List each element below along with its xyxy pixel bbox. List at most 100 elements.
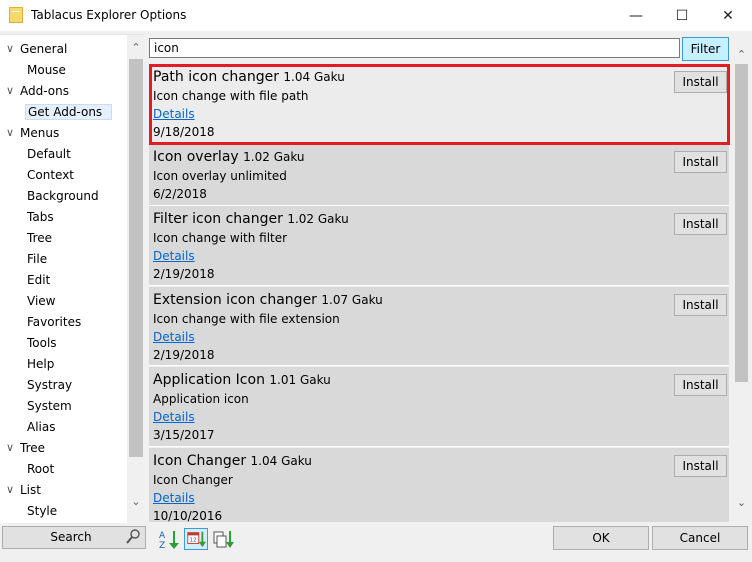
- tree-item[interactable]: ∨ Menus: [6, 123, 60, 143]
- tree-item-label: Context: [27, 168, 75, 182]
- addon-title: Filter icon changer 1.02 Gaku: [153, 211, 349, 227]
- scroll-up-icon[interactable]: ⌃: [733, 46, 750, 64]
- search-button[interactable]: Search: [2, 526, 146, 549]
- addon-entry: Application Icon 1.01 Gaku Application ic…: [149, 367, 729, 447]
- install-button[interactable]: Install: [674, 294, 727, 316]
- addon-version: 1.04 Gaku: [250, 454, 312, 468]
- options-tree: ∨ General Mouse ∨ Add-ons Get Add-ons ∨ Menus De…: [0, 34, 145, 523]
- tree-item[interactable]: ∨ Tree: [6, 438, 45, 458]
- tree-item[interactable]: Get Add-ons: [25, 102, 113, 122]
- addon-version: 1.01 Gaku: [269, 373, 331, 387]
- svg-text:12: 12: [190, 538, 197, 544]
- tree-item[interactable]: Tabs: [27, 207, 54, 227]
- tree-item-label: Edit: [27, 273, 51, 287]
- tree-item-label: Style: [27, 504, 58, 518]
- addon-name: Application Icon: [153, 372, 265, 388]
- sort-by-name-icon[interactable]: A Z: [157, 528, 181, 550]
- addon-date: 6/2/2018: [153, 187, 207, 201]
- list-scrollbar[interactable]: ⌃ ⌄: [733, 42, 750, 522]
- scroll-down-icon[interactable]: ⌄: [733, 494, 750, 512]
- addon-entry: Extension icon changer 1.07 Gaku Icon cha…: [149, 287, 729, 366]
- chevron-down-icon[interactable]: ∨: [6, 480, 14, 500]
- sort-by-date-icon[interactable]: 12: [184, 528, 208, 550]
- tree-item[interactable]: ∨ General: [6, 39, 68, 59]
- addon-details-link[interactable]: Details: [153, 330, 195, 344]
- tree-item-label: List: [20, 483, 41, 497]
- tree-item-label: General: [20, 42, 68, 56]
- tree-item[interactable]: Style: [27, 501, 57, 521]
- window-title: Tablacus Explorer Options: [31, 8, 187, 22]
- tree-item-label: Root: [27, 462, 55, 476]
- tree-item-label: Tools: [27, 336, 57, 350]
- tree-item[interactable]: ∨ Add-ons: [6, 81, 69, 101]
- tree-item-label: Tree: [27, 231, 53, 245]
- svg-text:Z: Z: [159, 541, 165, 550]
- tree-item[interactable]: Mouse: [27, 60, 66, 80]
- addon-name: Filter icon changer: [153, 211, 283, 227]
- ok-button[interactable]: OK: [553, 526, 649, 550]
- chevron-down-icon[interactable]: ∨: [6, 81, 14, 101]
- addon-description: Icon overlay unlimited: [153, 169, 287, 183]
- tree-item-label: System: [27, 399, 72, 413]
- tree-item-label: Add-ons: [20, 84, 69, 98]
- install-button[interactable]: Install: [674, 455, 727, 477]
- tree-item[interactable]: Favorites: [27, 312, 81, 332]
- addon-title: Application Icon 1.01 Gaku: [153, 372, 331, 388]
- tree-item-label: Favorites: [27, 315, 82, 329]
- tree-item-label: Get Add-ons: [25, 104, 113, 120]
- addon-description: Icon change with filter: [153, 231, 288, 245]
- tree-scroll-thumb[interactable]: [129, 59, 143, 457]
- tree-item-label: Tabs: [27, 210, 54, 224]
- scroll-up-icon[interactable]: ⌃: [127, 39, 145, 57]
- tree-item[interactable]: ∨ List: [6, 480, 41, 500]
- tree-item[interactable]: System: [27, 396, 72, 416]
- filter-input[interactable]: icon: [149, 38, 680, 58]
- tree-item[interactable]: Systray: [27, 375, 72, 395]
- filter-button[interactable]: Filter: [682, 37, 729, 61]
- tree-item[interactable]: File: [27, 249, 47, 269]
- tree-item[interactable]: Help: [27, 354, 54, 374]
- maximize-button[interactable]: ☐: [659, 0, 705, 31]
- addon-entry: Icon Changer 1.04 Gaku Icon Changer Detail…: [149, 448, 729, 522]
- chevron-down-icon[interactable]: ∨: [6, 438, 14, 458]
- tree-item-label: View: [27, 294, 56, 308]
- tree-item[interactable]: Default: [27, 144, 71, 164]
- tree-item[interactable]: View: [27, 291, 55, 311]
- tree-item[interactable]: Root: [27, 459, 54, 479]
- title-bar: Tablacus Explorer Options — ☐ ✕: [0, 0, 752, 31]
- install-button[interactable]: Install: [674, 213, 727, 235]
- addon-description: Application icon: [153, 392, 249, 406]
- addon-date: 2/19/2018: [153, 267, 215, 281]
- tree-item[interactable]: Context: [27, 165, 74, 185]
- svg-text:A: A: [159, 531, 166, 541]
- addon-name: Icon Changer: [153, 453, 247, 469]
- addon-title: Icon overlay 1.02 Gaku: [153, 149, 305, 165]
- install-button[interactable]: Install: [674, 374, 727, 396]
- tree-item[interactable]: Tools: [27, 333, 57, 353]
- addon-details-link[interactable]: Details: [153, 491, 195, 505]
- addon-details-link[interactable]: Details: [153, 410, 195, 424]
- cancel-button[interactable]: Cancel: [652, 526, 748, 550]
- close-button[interactable]: ✕: [705, 0, 751, 31]
- chevron-down-icon[interactable]: ∨: [6, 123, 14, 143]
- install-button[interactable]: Install: [674, 151, 727, 173]
- addon-version: 1.02 Gaku: [287, 212, 349, 226]
- chevron-down-icon[interactable]: ∨: [6, 39, 14, 59]
- sort-by-size-icon[interactable]: [211, 528, 235, 550]
- addon-date: 2/19/2018: [153, 348, 215, 362]
- tree-scrollbar[interactable]: ⌃ ⌄: [127, 35, 145, 523]
- addon-title: Extension icon changer 1.07 Gaku: [153, 292, 383, 308]
- tree-item[interactable]: Tree: [27, 228, 52, 248]
- addon-date: 10/10/2016: [153, 509, 223, 522]
- addon-entry: Filter icon changer 1.02 Gaku Icon change…: [149, 206, 729, 286]
- tree-item-label: Menus: [20, 126, 60, 140]
- minimize-button[interactable]: —: [613, 0, 659, 31]
- tree-item-label: File: [27, 252, 48, 266]
- addon-details-link[interactable]: Details: [153, 249, 195, 263]
- addon-entry: Icon overlay 1.02 Gaku Icon overlay unlim…: [149, 144, 729, 206]
- list-scroll-thumb[interactable]: [735, 64, 748, 382]
- scroll-down-icon[interactable]: ⌄: [127, 493, 145, 511]
- tree-item[interactable]: Edit: [27, 270, 50, 290]
- tree-item[interactable]: Background: [27, 186, 99, 206]
- tree-item[interactable]: Alias: [27, 417, 55, 437]
